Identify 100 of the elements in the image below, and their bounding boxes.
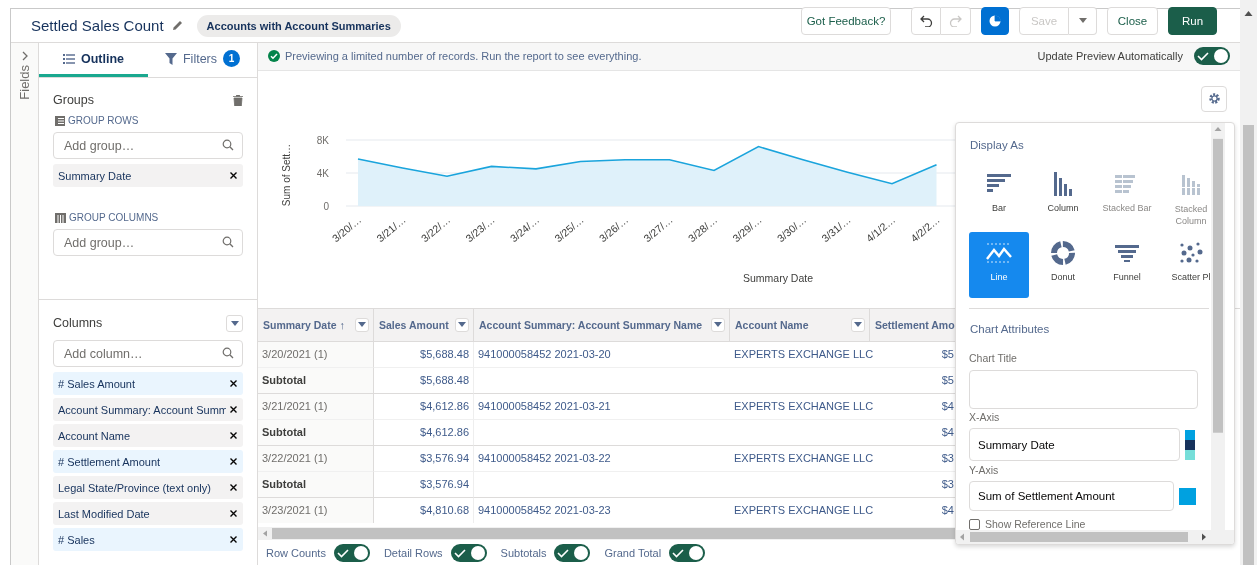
close-icon[interactable] xyxy=(230,536,237,543)
check-icon xyxy=(556,547,571,558)
redo-icon xyxy=(949,14,962,27)
close-icon[interactable] xyxy=(230,510,237,517)
column-header[interactable]: Summary Date ↑ xyxy=(258,308,374,342)
table-cell: Subtotal xyxy=(258,419,374,446)
feedback-button[interactable]: Got Feedback? xyxy=(801,6,891,35)
preview-message: Previewing a limited number of records. Run the report to see everything. xyxy=(285,50,643,63)
run-button[interactable]: Run xyxy=(1168,6,1217,35)
group-chip[interactable]: Summary Date xyxy=(53,164,243,187)
close-icon[interactable] xyxy=(230,484,237,491)
line-chart-icon xyxy=(986,240,1012,266)
column-header[interactable]: Account Name xyxy=(730,308,870,342)
close-icon[interactable] xyxy=(230,172,237,179)
table-cell: $4,612.86 xyxy=(374,419,474,446)
checkbox[interactable] xyxy=(969,518,980,530)
table-cell: $5,688.48 xyxy=(374,341,474,368)
axis-title: Sum of Sett… xyxy=(281,143,292,207)
color-swatch[interactable] xyxy=(1185,449,1195,460)
check-icon xyxy=(671,547,686,558)
table-cell: 3/20/2021 (1) xyxy=(258,341,374,368)
filter-icon xyxy=(165,52,177,65)
column-menu-button[interactable] xyxy=(455,317,469,332)
y-axis-field[interactable]: Sum of Settlement Amount xyxy=(969,481,1174,511)
column-menu-button[interactable] xyxy=(711,317,725,332)
caret-icon xyxy=(714,322,722,328)
toggle-switch[interactable] xyxy=(1194,47,1230,66)
column-chip[interactable]: # Sales Amount xyxy=(53,372,243,395)
chart-type-option[interactable]: Funnel xyxy=(1097,232,1157,298)
axis-tick-label: 8K xyxy=(316,134,329,146)
table-cell: $4,810.68 xyxy=(374,497,474,524)
table-cell: 3/22/2021 (1) xyxy=(258,445,374,472)
search-icon xyxy=(222,236,234,248)
list-icon xyxy=(62,53,75,64)
column-chip[interactable]: Legal State/Province (text only) xyxy=(53,476,243,499)
columns-menu-button[interactable] xyxy=(226,314,243,332)
section-title: Chart Attributes xyxy=(970,322,1051,335)
report-title: Settled Sales Count xyxy=(31,17,164,34)
axis-title: Summary Date xyxy=(743,271,813,284)
fields-tab[interactable]: Fields xyxy=(17,65,32,100)
column-chip[interactable]: Last Modified Date xyxy=(53,502,243,525)
close-icon[interactable] xyxy=(230,406,237,413)
close-button[interactable]: Close xyxy=(1107,6,1158,35)
column-menu-button[interactable] xyxy=(851,317,865,332)
table-cell: Subtotal xyxy=(258,367,374,394)
toggle-label: Row Counts xyxy=(266,546,326,559)
table-cell: 941000058452 2021-03-20 xyxy=(474,341,730,368)
table-cell: $5,688.48 xyxy=(374,367,474,394)
table-cell: 941000058452 2021-03-22 xyxy=(474,445,730,472)
toggle-switch[interactable] xyxy=(554,543,591,562)
checkbox-label: Show Reference Line xyxy=(985,518,1086,530)
chart-type-option[interactable]: Bar xyxy=(969,163,1029,229)
caret-icon xyxy=(458,322,466,328)
search-icon xyxy=(222,139,234,151)
caret-icon xyxy=(358,322,366,328)
check-icon xyxy=(1196,51,1210,62)
section-title: Columns xyxy=(53,316,103,330)
color-swatch[interactable] xyxy=(1179,487,1196,505)
chart-type-option[interactable]: Line xyxy=(969,232,1029,298)
close-icon[interactable] xyxy=(230,432,237,439)
subsection-label: GROUP ROWS xyxy=(68,115,139,126)
panel-tab[interactable]: Filters 1 xyxy=(148,43,257,77)
close-icon[interactable] xyxy=(230,458,237,465)
close-icon[interactable] xyxy=(230,380,237,387)
success-icon xyxy=(268,50,280,63)
toggle-label: Grand Total xyxy=(604,546,662,559)
caret-icon xyxy=(854,322,862,328)
toggle-switch[interactable] xyxy=(333,543,370,562)
x-axis-field[interactable]: Summary Date xyxy=(969,428,1180,461)
column-header[interactable]: Sales Amount xyxy=(374,308,474,342)
add-group-field[interactable]: Add group… xyxy=(53,132,243,159)
column-menu-button[interactable] xyxy=(355,317,369,332)
toggle-switch[interactable] xyxy=(669,543,706,562)
settings-button[interactable] xyxy=(1201,85,1227,112)
trash-icon xyxy=(233,94,243,106)
add-column-field[interactable]: Add column… xyxy=(53,340,243,367)
color-swatch[interactable] xyxy=(1185,429,1195,440)
toggle-switch[interactable] xyxy=(450,543,487,562)
save-menu-button[interactable] xyxy=(1069,6,1097,35)
add-group-field[interactable]: Add group… xyxy=(53,229,243,256)
donut-chart-icon xyxy=(1050,240,1076,266)
table-cell: $3,576.94 xyxy=(374,445,474,472)
column-header[interactable]: Settlement Amo xyxy=(870,308,958,342)
axis-tick-label: 4K xyxy=(316,167,329,179)
column-chip[interactable]: # Sales xyxy=(53,528,243,551)
column-header[interactable]: Account Summary: Account Summary Name xyxy=(474,308,730,342)
chart-type-option[interactable]: Column xyxy=(1033,163,1093,229)
chart-type-option[interactable]: Donut xyxy=(1033,232,1093,298)
column-chip[interactable]: Account Name xyxy=(53,424,243,447)
pie-chart-icon xyxy=(989,14,1001,27)
table-cell: Subtotal xyxy=(258,471,374,498)
report-type-label: Accounts with Account Summaries xyxy=(196,14,401,37)
column-chip[interactable]: # Settlement Amount xyxy=(53,450,243,473)
table-cell: $4,612.86 xyxy=(374,393,474,420)
color-swatch[interactable] xyxy=(1185,439,1195,450)
panel-tab[interactable]: Outline xyxy=(39,43,148,77)
chart-toggle-button[interactable] xyxy=(981,6,1009,35)
chart-title-field[interactable] xyxy=(969,369,1198,409)
undo-button[interactable] xyxy=(911,6,941,35)
pencil-icon xyxy=(171,20,183,31)
